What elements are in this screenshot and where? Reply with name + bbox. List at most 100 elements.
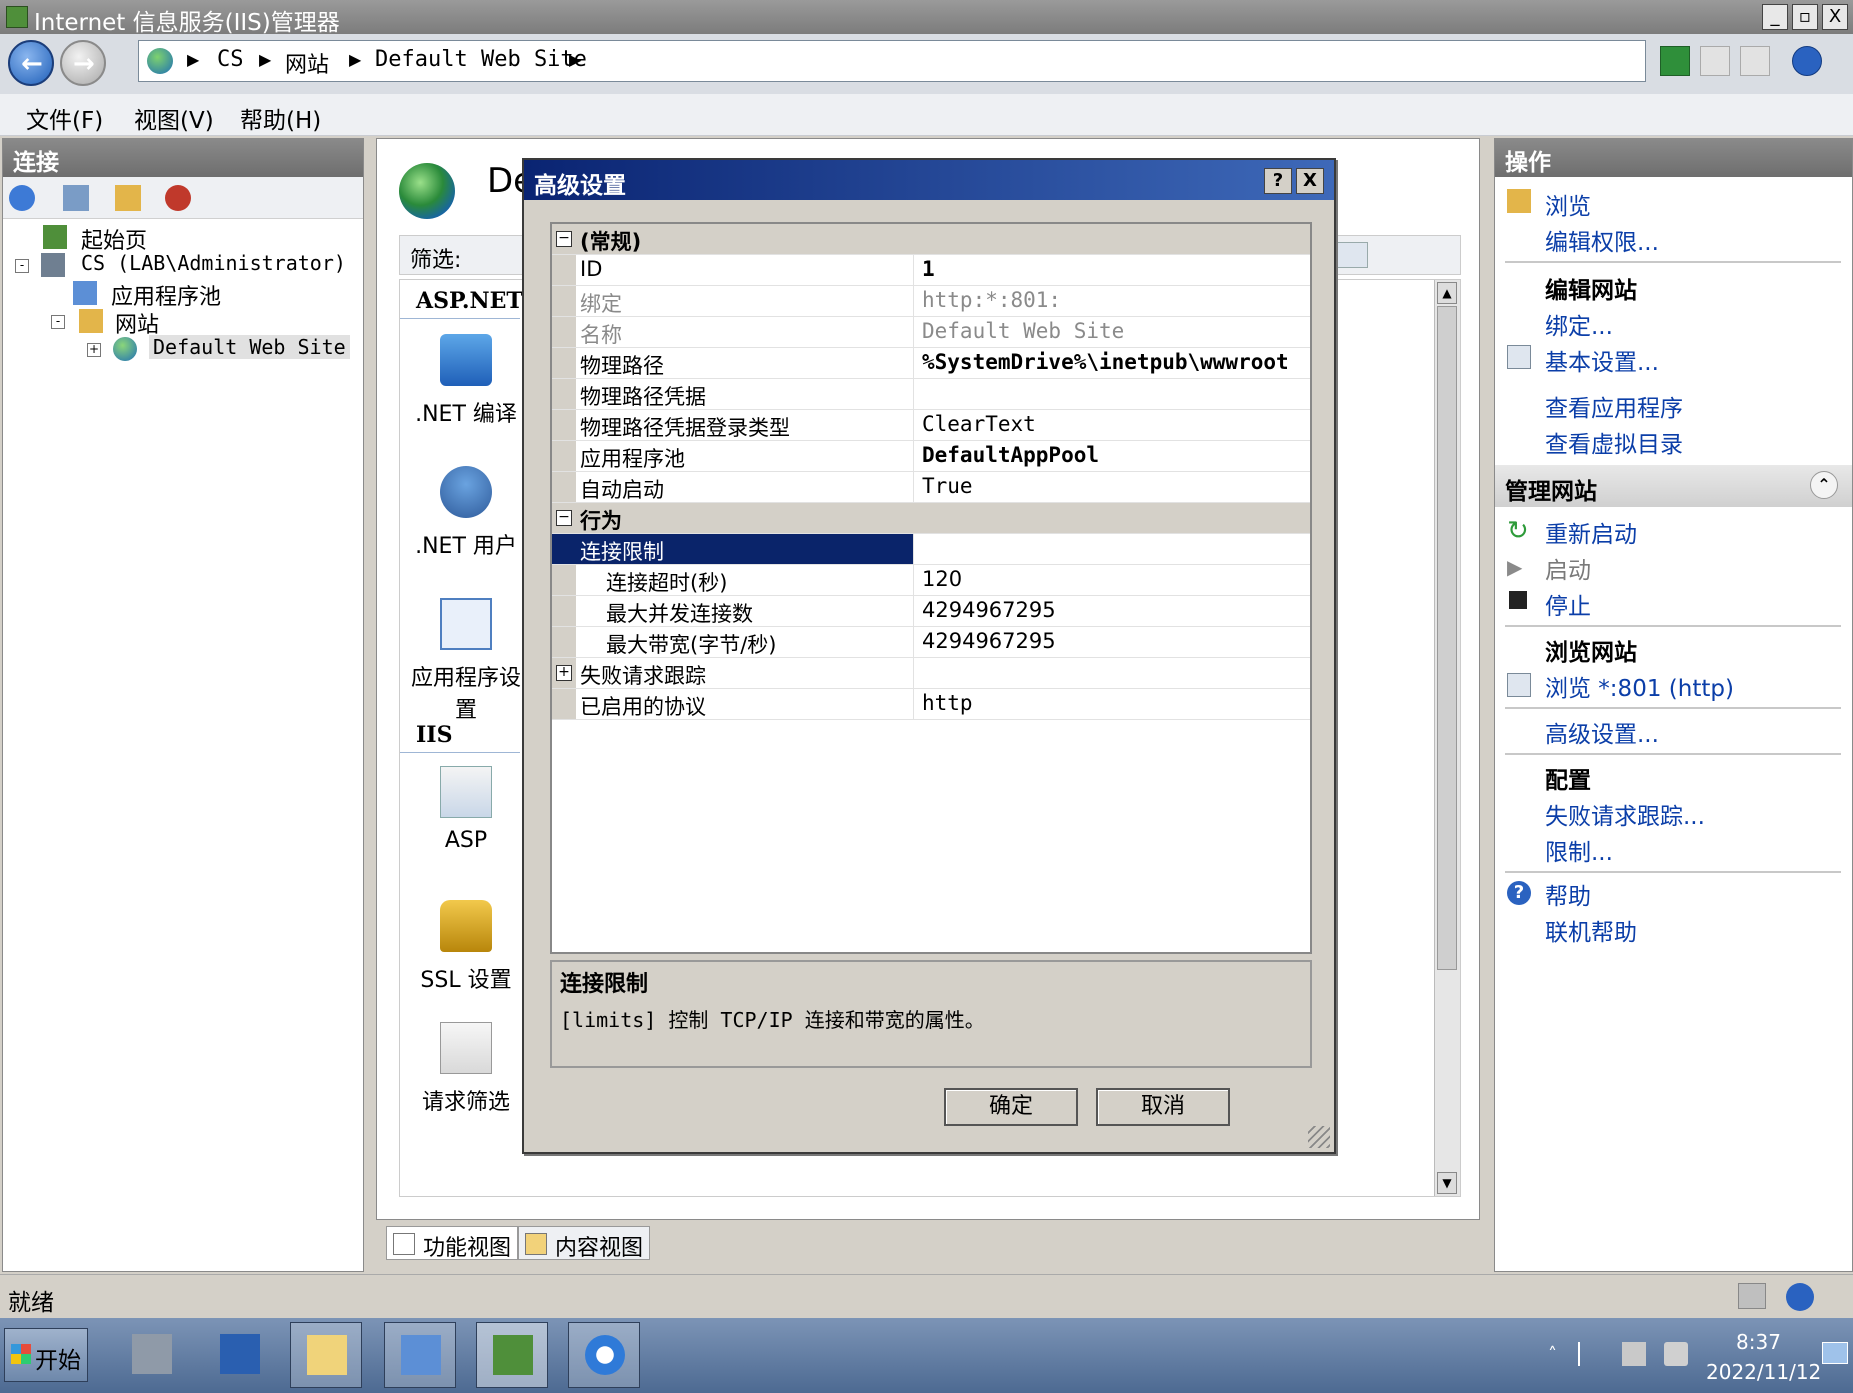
menu-view[interactable]: 视图(V)	[134, 101, 214, 135]
clock-date[interactable]: 2022/11/12	[1706, 1360, 1821, 1384]
action-edit-permissions[interactable]: 编辑权限...	[1545, 223, 1659, 257]
breadcrumb-default-web-site[interactable]: Default Web Site	[375, 47, 587, 72]
refresh-icon[interactable]	[1660, 46, 1690, 76]
property-row-physical-path[interactable]: 物理路径 %SystemDrive%\inetpub\wwwroot	[552, 348, 1310, 379]
scroll-down-icon[interactable]: ▼	[1437, 1172, 1457, 1194]
action-help[interactable]: 帮助	[1545, 877, 1591, 911]
collapse-icon[interactable]: -	[51, 315, 65, 329]
property-value[interactable]: %SystemDrive%\inetpub\wwwroot	[922, 350, 1308, 374]
flag-icon[interactable]	[1578, 1342, 1602, 1366]
maximize-button[interactable]: ▫	[1792, 4, 1818, 30]
back-button[interactable]: ←	[8, 40, 54, 86]
help-icon[interactable]	[1792, 46, 1822, 76]
network-icon[interactable]	[1622, 1342, 1646, 1366]
action-browse-801[interactable]: 浏览 *:801 (http)	[1545, 669, 1734, 703]
property-row-app-pool[interactable]: 应用程序池 DefaultAppPool	[552, 441, 1310, 472]
property-row-id[interactable]: ID 1	[552, 255, 1310, 286]
clock-time[interactable]: 8:37	[1736, 1330, 1781, 1354]
property-value[interactable]: 1	[922, 257, 1308, 281]
property-row-max-bandwidth[interactable]: 最大带宽(字节/秒) 4294967295	[552, 627, 1310, 658]
breadcrumb-arrow-icon[interactable]: ▶	[349, 50, 361, 69]
feature-net-compilation[interactable]: .NET 编译	[406, 334, 526, 428]
disconnect-icon[interactable]	[165, 185, 191, 211]
vertical-scrollbar[interactable]: ▲ ▼	[1434, 280, 1460, 1196]
collapse-icon[interactable]: -	[15, 259, 29, 273]
action-restart[interactable]: 重新启动	[1545, 515, 1637, 549]
dialog-help-button[interactable]: ?	[1264, 168, 1292, 194]
property-row-bindings[interactable]: 绑定 http:*:801:	[552, 286, 1310, 317]
tab-features-view[interactable]: 功能视图	[386, 1226, 519, 1261]
action-explore[interactable]: 浏览	[1545, 187, 1591, 221]
taskbar-server-manager[interactable]	[116, 1322, 188, 1388]
property-row-physical-path-credentials[interactable]: 物理路径凭据	[552, 379, 1310, 410]
property-row-name[interactable]: 名称 Default Web Site	[552, 317, 1310, 348]
taskbar-powershell[interactable]	[204, 1322, 276, 1388]
action-limits[interactable]: 限制...	[1545, 833, 1613, 867]
property-value[interactable]: http:*:801:	[922, 288, 1308, 312]
taskbar-iis-manager[interactable]	[476, 1322, 548, 1388]
stop-icon[interactable]	[1700, 46, 1730, 76]
dialog-close-button[interactable]: X	[1296, 168, 1324, 194]
property-row-limits[interactable]: − 连接限制	[552, 534, 1310, 565]
property-value[interactable]: DefaultAppPool	[922, 443, 1308, 467]
address-bar[interactable]: ▶ CS ▶ 网站 ▶ Default Web Site ▶	[138, 40, 1646, 82]
property-row-auto-start[interactable]: 自动启动 True	[552, 472, 1310, 503]
property-value[interactable]: ClearText	[922, 412, 1308, 436]
property-value[interactable]: Default Web Site	[922, 319, 1308, 343]
breadcrumb-cs[interactable]: CS	[217, 47, 244, 72]
category-behavior[interactable]: − 行为	[552, 503, 1310, 534]
feature-request-filtering[interactable]: 请求筛选	[406, 1022, 526, 1116]
cancel-button[interactable]: 取消	[1096, 1088, 1230, 1126]
action-view-virtual-directories[interactable]: 查看虚拟目录	[1545, 425, 1683, 459]
feature-asp[interactable]: ASP	[406, 766, 526, 853]
action-basic-settings[interactable]: 基本设置...	[1545, 343, 1659, 377]
property-row-max-connections[interactable]: 最大并发连接数 4294967295	[552, 596, 1310, 627]
feature-net-users[interactable]: .NET 用户	[406, 466, 526, 560]
feature-app-settings[interactable]: 应用程序设置	[406, 598, 526, 724]
property-row-failed-request-tracing[interactable]: + 失败请求跟踪	[552, 658, 1310, 689]
menu-file[interactable]: 文件(F)	[26, 101, 103, 135]
taskbar-control-panel[interactable]	[384, 1322, 456, 1388]
action-failed-request-tracing[interactable]: 失败请求跟踪...	[1545, 797, 1705, 831]
connect-icon[interactable]	[9, 185, 35, 211]
save-icon[interactable]	[63, 185, 89, 211]
volume-icon[interactable]	[1664, 1342, 1688, 1366]
tray-expand-icon[interactable]: ˄	[1548, 1344, 1557, 1365]
minimize-button[interactable]: _	[1762, 4, 1788, 30]
manage-site-header[interactable]: 管理网站 ⌃	[1495, 465, 1852, 507]
property-value[interactable]: http	[922, 691, 1308, 715]
action-stop[interactable]: 停止	[1545, 587, 1591, 621]
category-general[interactable]: − (常规)	[552, 224, 1310, 255]
action-view-applications[interactable]: 查看应用程序	[1545, 389, 1683, 423]
config-icon[interactable]	[1738, 1283, 1766, 1309]
collapse-chevron-icon[interactable]: ⌃	[1810, 471, 1838, 499]
feature-ssl-settings[interactable]: SSL 设置	[406, 900, 526, 994]
breadcrumb-arrow-icon[interactable]: ▶	[187, 50, 199, 69]
breadcrumb-arrow-icon[interactable]: ▶	[569, 50, 581, 69]
show-desktop-icon[interactable]	[1822, 1342, 1848, 1364]
resize-grip-icon[interactable]	[1308, 1126, 1330, 1148]
property-value[interactable]: 4294967295	[922, 629, 1308, 653]
tab-content-view[interactable]: 内容视图	[518, 1226, 651, 1261]
taskbar-explorer[interactable]	[290, 1322, 362, 1388]
property-row-enabled-protocols[interactable]: 已启用的协议 http	[552, 689, 1310, 720]
up-folder-icon[interactable]	[115, 185, 141, 211]
breadcrumb-arrow-icon[interactable]: ▶	[259, 50, 271, 69]
taskbar-internet-explorer[interactable]	[568, 1322, 640, 1388]
home-icon[interactable]	[1740, 46, 1770, 76]
breadcrumb-sites[interactable]: 网站	[285, 47, 329, 79]
expand-icon[interactable]: +	[87, 343, 101, 357]
help-icon[interactable]	[1786, 1283, 1814, 1311]
property-value[interactable]: True	[922, 474, 1308, 498]
scrollbar-thumb[interactable]	[1437, 306, 1457, 970]
scroll-up-icon[interactable]: ▲	[1437, 282, 1457, 304]
action-advanced-settings[interactable]: 高级设置...	[1545, 715, 1659, 749]
property-row-credentials-logon-type[interactable]: 物理路径凭据登录类型 ClearText	[552, 410, 1310, 441]
action-online-help[interactable]: 联机帮助	[1545, 913, 1637, 947]
property-value[interactable]: 120	[922, 567, 1308, 591]
action-start[interactable]: 启动	[1545, 551, 1591, 585]
ok-button[interactable]: 确定	[944, 1088, 1078, 1126]
action-bindings[interactable]: 绑定...	[1545, 307, 1613, 341]
close-button[interactable]: X	[1822, 4, 1848, 30]
menu-help[interactable]: 帮助(H)	[240, 101, 321, 135]
